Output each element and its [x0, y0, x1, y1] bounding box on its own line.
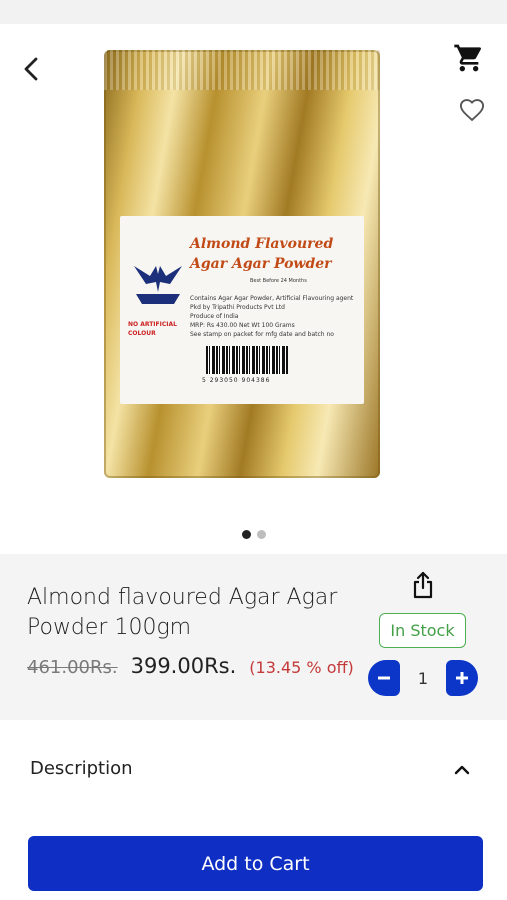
add-to-cart-button[interactable]: Add to Cart	[28, 836, 483, 891]
label-details: Contains Agar Agar Powder, Artificial Fl…	[190, 294, 360, 339]
label-line: See stamp on packet for mfg date and bat…	[190, 331, 334, 338]
product-pouch: Almond Flavoured Agar Agar Powder Best B…	[104, 50, 380, 478]
label-title: Almond Flavoured Agar Agar Powder	[190, 236, 334, 272]
quantity-stepper: 1	[368, 660, 478, 696]
carousel-indicator	[0, 530, 507, 539]
stock-status-badge: In Stock	[379, 613, 466, 648]
pouch-label: Almond Flavoured Agar Agar Powder Best B…	[120, 216, 364, 404]
product-info-panel: Almond flavoured Agar Agar Powder 100gm …	[0, 554, 507, 720]
price-row: 461.00Rs. 399.00Rs. (13.45 % off)	[27, 654, 354, 678]
barcode-number: 5 293050 904386	[202, 377, 271, 384]
plus-icon	[456, 672, 468, 684]
barcode	[206, 346, 288, 374]
cart-button[interactable]	[450, 40, 488, 76]
label-line: Produce of India	[190, 313, 239, 320]
back-button[interactable]	[14, 52, 48, 86]
pouch-seal	[104, 50, 380, 90]
discount-percent: (13.45 % off)	[249, 658, 354, 677]
eagle-logo-icon	[134, 266, 182, 304]
share-icon	[413, 571, 433, 599]
label-line: Contains Agar Agar Powder, Artificial Fl…	[190, 295, 354, 302]
decrease-quantity-button[interactable]	[368, 660, 400, 696]
status-bar	[0, 0, 507, 24]
no-artificial-colour-text: NO ARTIFICIAL COLOUR	[128, 321, 177, 337]
quantity-value: 1	[417, 668, 429, 688]
heart-icon	[459, 99, 485, 122]
minus-icon	[378, 676, 390, 680]
label-line: Pkd by Tripathi Products Pvt Ltd	[190, 304, 285, 311]
product-gallery[interactable]: Almond Flavoured Agar Agar Powder Best B…	[0, 24, 507, 554]
carousel-dot-active[interactable]	[241, 530, 251, 539]
description-accordion[interactable]: Description	[0, 720, 507, 816]
chevron-left-icon	[24, 57, 38, 81]
product-title: Almond flavoured Agar Agar Powder 100gm	[27, 585, 338, 640]
increase-quantity-button[interactable]	[446, 660, 478, 696]
description-label: Description	[30, 758, 133, 779]
sale-price: 399.00Rs.	[130, 654, 237, 678]
label-line: MRP: Rs 430.00 Net Wt 100 Grams	[190, 322, 295, 329]
original-price: 461.00Rs.	[27, 657, 118, 678]
chevron-up-icon	[454, 765, 470, 775]
carousel-dot[interactable]	[256, 530, 266, 539]
label-best-before: Best Before 24 Months	[250, 278, 307, 284]
wishlist-button[interactable]	[453, 92, 491, 128]
product-image[interactable]: Almond Flavoured Agar Agar Powder Best B…	[104, 50, 380, 478]
cart-icon	[454, 44, 482, 72]
description-toggle[interactable]	[450, 758, 474, 782]
share-button[interactable]	[408, 570, 438, 600]
